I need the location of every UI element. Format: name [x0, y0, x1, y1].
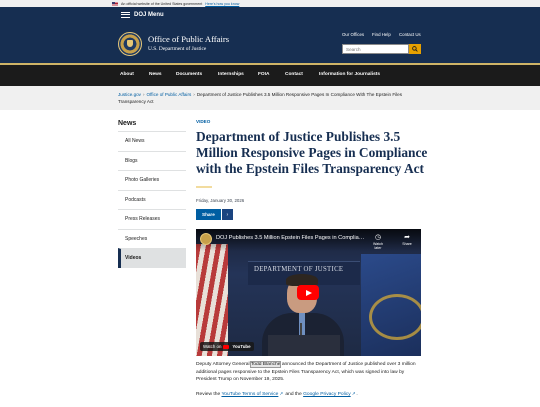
nav-contact[interactable]: Contact — [285, 72, 303, 77]
search-icon — [412, 46, 418, 52]
share-button[interactable]: Share — [196, 209, 221, 220]
site-subtitle: U.S. Department of Justice — [148, 46, 207, 52]
video-title[interactable]: DOJ Publishes 3.5 Million Epstein Files … — [216, 235, 366, 241]
sidebar-item-blogs[interactable]: Blogs — [118, 150, 186, 171]
review-policies-line: Review the YouTube Terms of Service↗ and… — [196, 391, 426, 397]
sidebar-nav: All News Blogs Photo Galleries Podcasts … — [118, 131, 186, 268]
watch-later-label: Watch later — [372, 242, 384, 250]
page-title: Department of Justice Publishes 3.5 Mill… — [196, 129, 428, 177]
sidebar-item-videos[interactable]: Videos — [118, 248, 186, 268]
doj-menu-bar: DOJ Menu — [0, 7, 540, 22]
nav-foia[interactable]: FOIA — [258, 72, 269, 77]
doj-seal-logo[interactable] — [118, 32, 142, 56]
content-type-tag: VIDEO — [196, 119, 211, 124]
play-button-icon[interactable] — [297, 285, 319, 300]
breadcrumb-office-of-public-affairs[interactable]: Office of Public Affairs — [147, 92, 192, 97]
share-control: Share › — [196, 209, 233, 220]
nav-about[interactable]: About — [120, 72, 134, 77]
google-privacy-policy-link[interactable]: Google Privacy Policy — [303, 392, 351, 397]
nav-news[interactable]: News — [149, 72, 162, 77]
youtube-logo-icon — [223, 344, 230, 349]
american-flag-image — [196, 244, 228, 356]
watch-on-youtube-button[interactable]: Watch on YouTube — [200, 342, 254, 351]
video-share-label: Share — [402, 242, 412, 246]
review-suffix: . — [356, 392, 358, 397]
external-link-icon: ↗ — [279, 391, 284, 396]
title-divider — [196, 186, 212, 188]
nav-internships[interactable]: Internships — [218, 72, 244, 77]
sidebar-item-all-news[interactable]: All News — [118, 131, 186, 151]
doj-menu-button[interactable]: DOJ Menu — [134, 12, 164, 18]
paragraph-start: Deputy Attorney General — [196, 362, 251, 367]
hamburger-menu-icon[interactable] — [121, 11, 130, 18]
review-mid: and the — [284, 392, 304, 397]
search-button[interactable] — [409, 44, 421, 54]
clock-icon: ◷ — [374, 234, 382, 241]
sidebar-title: News — [118, 120, 137, 127]
gov-banner-text: An official website of the United States… — [121, 1, 203, 6]
heres-how-you-know-link[interactable]: Here's how you know — [205, 2, 239, 6]
nav-information-for-journalists[interactable]: Information for Journalists — [319, 72, 380, 77]
channel-logo-icon[interactable] — [200, 233, 212, 245]
find-help-link[interactable]: Find Help — [372, 32, 391, 37]
review-prefix: Review the — [196, 392, 222, 397]
nav-documents[interactable]: Documents — [176, 72, 202, 77]
youtube-video-player[interactable]: DEPARTMENT OF JUSTICE DOJ Publishes 3.5 … — [196, 229, 421, 356]
youtube-wordmark: YouTube — [232, 344, 251, 349]
chevron-right-icon: › — [142, 92, 145, 97]
publish-date: Friday, January 30, 2026 — [196, 198, 245, 203]
gov-banner: An official website of the United States… — [0, 0, 540, 7]
youtube-tos-link[interactable]: YouTube Terms of Service — [221, 392, 278, 397]
breadcrumb: Justice.gov › Office of Public Affairs › Dep… — [0, 86, 540, 110]
site-title[interactable]: Office of Public Affairs — [148, 34, 229, 44]
article-paragraph: Deputy Attorney General Todd Blanche ann… — [196, 361, 424, 384]
chevron-right-icon[interactable]: › — [221, 209, 233, 220]
share-arrow-icon: ➦ — [404, 234, 410, 241]
sidebar-item-podcasts[interactable]: Podcasts — [118, 189, 186, 210]
main-nav: About News Documents Internships FOIA Co… — [0, 63, 540, 86]
site-header: Office of Public Affairs U.S. Department… — [0, 22, 540, 63]
chevron-right-icon: › — [193, 92, 195, 97]
contact-us-link[interactable]: Contact Us — [399, 32, 421, 37]
backdrop-sign-text: DEPARTMENT OF JUSTICE — [254, 266, 344, 273]
highlighted-name: Todd Blanche — [249, 361, 282, 368]
watch-on-label: Watch on — [203, 344, 222, 349]
doj-flag-image — [361, 254, 421, 356]
our-offices-link[interactable]: Our Offices — [342, 32, 364, 37]
sidebar-item-press-releases[interactable]: Press Releases — [118, 209, 186, 229]
video-share-button[interactable]: ➦ Share — [399, 234, 415, 246]
breadcrumb-justice-gov[interactable]: Justice.gov — [118, 92, 141, 97]
sidebar-item-speeches[interactable]: Speeches — [118, 228, 186, 249]
watch-later-button[interactable]: ◷ Watch later — [370, 234, 386, 250]
external-link-icon: ↗ — [351, 391, 356, 396]
us-flag-icon — [112, 1, 118, 6]
sidebar-item-photo-galleries[interactable]: Photo Galleries — [118, 170, 186, 190]
search-input[interactable]: Search — [342, 44, 409, 54]
podium — [268, 335, 340, 356]
